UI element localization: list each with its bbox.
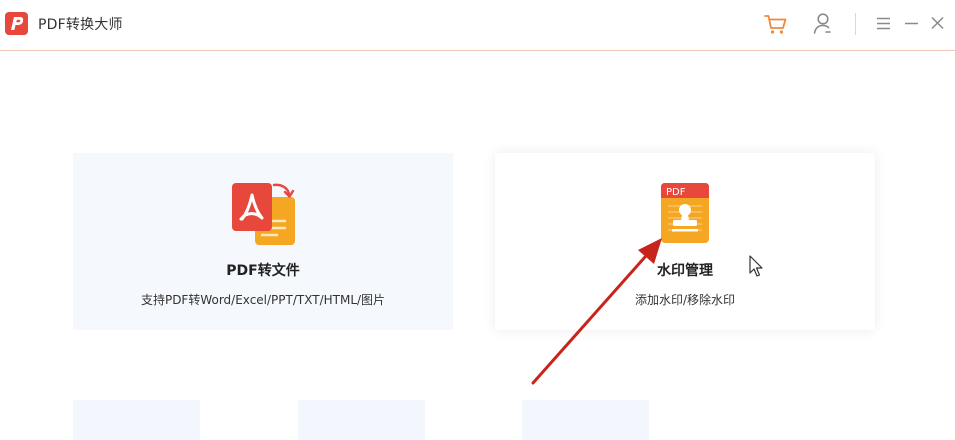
pdf-convert-card[interactable]: PDF转文件 支持PDF转Word/Excel/PPT/TXT/HTML/图片 (73, 153, 453, 330)
app-title: PDF转换大师 (38, 17, 123, 33)
pdf-convert-title: PDF转文件 (226, 263, 300, 279)
feature-tile[interactable] (73, 400, 200, 440)
minimize-button[interactable] (898, 10, 926, 38)
user-button[interactable] (809, 10, 837, 38)
mouse-cursor-icon (749, 255, 763, 277)
titlebar-divider (855, 13, 856, 35)
pdf-convert-description: 支持PDF转Word/Excel/PPT/TXT/HTML/图片 (140, 293, 386, 307)
feature-tile[interactable] (298, 400, 425, 440)
feature-tile[interactable] (522, 400, 649, 440)
watermark-icon-label: PDF (666, 187, 686, 198)
cart-icon (764, 15, 787, 34)
user-icon (813, 13, 831, 34)
cart-button[interactable] (762, 10, 790, 38)
pdf-convert-icon (230, 181, 298, 251)
watermark-title: 水印管理 (657, 263, 713, 279)
menu-button[interactable] (870, 10, 898, 38)
app-logo-icon (5, 12, 28, 35)
watermark-description: 添加水印/移除水印 (634, 293, 736, 307)
close-icon (931, 16, 944, 30)
minimize-icon (905, 22, 918, 25)
app-window: PDF转换大师 PDF转文件 支持PDF转Word/Excel/PPT/TXT/… (0, 0, 955, 440)
watermark-icon: PDF (660, 182, 710, 248)
title-bar: PDF转换大师 (0, 0, 955, 51)
menu-icon (877, 17, 890, 30)
watermark-card[interactable]: PDF 水印管理 添加水印/移除水印 (495, 153, 875, 330)
close-button[interactable] (924, 10, 952, 38)
